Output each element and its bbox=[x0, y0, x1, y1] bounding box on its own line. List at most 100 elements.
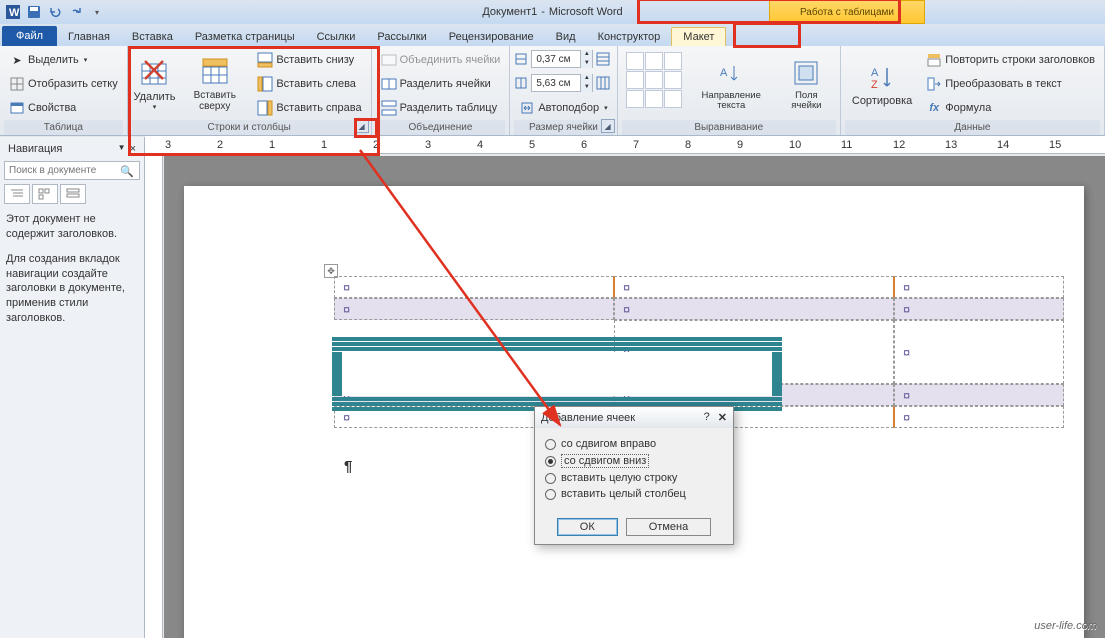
svg-text:W: W bbox=[9, 7, 20, 19]
tab-file[interactable]: Файл bbox=[2, 26, 57, 46]
sort-button[interactable]: AZ Сортировка bbox=[845, 48, 919, 120]
word-icon[interactable]: W bbox=[4, 3, 22, 21]
nav-header: Навигация ▼ × bbox=[4, 141, 140, 157]
split-cells-button[interactable]: Разделить ячейки bbox=[376, 74, 506, 94]
ribbon: ➤Выделить▾ Отобразить сетку Свойства Таб… bbox=[0, 46, 1105, 136]
tab-table-design[interactable]: Конструктор bbox=[587, 28, 672, 46]
split-table-icon bbox=[381, 100, 397, 116]
radio-entire-column[interactable]: вставить целый столбец bbox=[545, 486, 723, 502]
tab-references[interactable]: Ссылки bbox=[306, 28, 367, 46]
autofit-icon bbox=[519, 100, 535, 116]
col-width-input[interactable]: ▲▼ bbox=[531, 74, 593, 92]
view-gridlines-button[interactable]: Отобразить сетку bbox=[4, 74, 123, 94]
tab-home[interactable]: Главная bbox=[57, 28, 121, 46]
align-mr-button[interactable] bbox=[664, 71, 682, 89]
tab-insert[interactable]: Вставка bbox=[121, 28, 184, 46]
autofit-button[interactable]: Автоподбор▾ bbox=[514, 98, 612, 118]
distribute-rows-icon[interactable] bbox=[596, 52, 610, 66]
select-button[interactable]: ➤Выделить▾ bbox=[4, 50, 123, 70]
cell-margins-button[interactable]: Поля ячейки bbox=[777, 48, 836, 120]
cellsize-dialog-launcher[interactable]: ◢ bbox=[601, 119, 615, 133]
delete-table-icon bbox=[138, 57, 170, 89]
cursor-icon: ➤ bbox=[9, 52, 25, 68]
group-label-merge: Объединение bbox=[376, 120, 506, 135]
align-bc-button[interactable] bbox=[645, 90, 663, 108]
cancel-button[interactable]: Отмена bbox=[626, 518, 711, 536]
vertical-ruler[interactable] bbox=[145, 156, 163, 638]
tab-table-layout[interactable]: Макет bbox=[671, 27, 726, 46]
dialog-close-icon[interactable]: ✕ bbox=[718, 411, 727, 424]
search-icon[interactable]: 🔍 bbox=[120, 165, 134, 178]
convert-icon bbox=[926, 76, 942, 92]
insert-left-icon bbox=[257, 76, 273, 92]
group-label-data: Данные bbox=[845, 120, 1100, 135]
document-area: ✥ ¤¤¤ ¤¤¤ ¤¤ ¤¤¤ ¤¤¤ ¶ bbox=[164, 156, 1105, 638]
properties-button[interactable]: Свойства bbox=[4, 98, 123, 118]
radio-entire-row[interactable]: вставить целую строку bbox=[545, 470, 723, 486]
spin-up-icon[interactable]: ▲ bbox=[580, 74, 592, 83]
save-icon[interactable] bbox=[25, 3, 43, 21]
align-ml-button[interactable] bbox=[626, 71, 644, 89]
delete-button[interactable]: Удалить▾ bbox=[132, 48, 177, 120]
insert-right-icon bbox=[257, 100, 273, 116]
svg-text:A: A bbox=[871, 67, 879, 79]
text-direction-icon: A bbox=[715, 57, 747, 89]
formula-icon: fx bbox=[926, 100, 942, 116]
tab-page-layout[interactable]: Разметка страницы bbox=[184, 28, 306, 46]
row-height-icon bbox=[514, 52, 528, 66]
tab-mailings[interactable]: Рассылки bbox=[366, 28, 437, 46]
dialog-titlebar[interactable]: Добавление ячеек ? ✕ bbox=[535, 407, 733, 428]
radio-shift-right[interactable]: со сдвигом вправо bbox=[545, 436, 723, 452]
nav-tab-results[interactable] bbox=[60, 184, 86, 204]
align-tl-button[interactable] bbox=[626, 52, 644, 70]
undo-icon[interactable] bbox=[46, 3, 64, 21]
nav-empty-text: Этот документ не содержит заголовков. Дл… bbox=[4, 210, 140, 328]
ok-button[interactable]: ОК bbox=[557, 518, 618, 536]
nav-dropdown-icon[interactable]: ▼ bbox=[118, 143, 126, 155]
merge-cells-button[interactable]: Объединить ячейки bbox=[376, 50, 506, 70]
document-name: Документ1 bbox=[482, 6, 537, 18]
spin-up-icon[interactable]: ▲ bbox=[580, 50, 592, 59]
align-bl-button[interactable] bbox=[626, 90, 644, 108]
align-mc-button[interactable] bbox=[645, 71, 663, 89]
align-br-button[interactable] bbox=[664, 90, 682, 108]
qat-more-icon[interactable]: ▾ bbox=[88, 3, 106, 21]
row-height-input[interactable]: ▲▼ bbox=[531, 50, 593, 68]
group-label-table: Таблица bbox=[4, 120, 123, 135]
svg-text:Z: Z bbox=[871, 79, 878, 90]
nav-tab-headings[interactable] bbox=[4, 184, 30, 204]
distribute-cols-icon[interactable] bbox=[596, 76, 610, 90]
insert-below-icon bbox=[257, 52, 273, 68]
radio-shift-down[interactable]: со сдвигом вниз bbox=[545, 452, 723, 470]
insert-above-icon bbox=[199, 56, 231, 88]
align-tc-button[interactable] bbox=[645, 52, 663, 70]
pilcrow-mark: ¶ bbox=[344, 458, 352, 475]
navigation-pane: Навигация ▼ × 🔍 Этот документ не содержи… bbox=[0, 137, 145, 638]
alignment-grid bbox=[622, 48, 686, 120]
convert-to-text-button[interactable]: Преобразовать в текст bbox=[921, 74, 1100, 94]
horizontal-ruler[interactable]: 321123456789101112131415 bbox=[145, 136, 1105, 154]
redo-icon[interactable] bbox=[67, 3, 85, 21]
align-tr-button[interactable] bbox=[664, 52, 682, 70]
spin-down-icon[interactable]: ▼ bbox=[580, 59, 592, 68]
group-label-rowscols: Строки и столбцы bbox=[132, 120, 367, 135]
group-rows-columns: Удалить▾ Вставить сверху Вставить снизу … bbox=[128, 46, 372, 135]
spin-down-icon[interactable]: ▼ bbox=[580, 83, 592, 92]
insert-above-button[interactable]: Вставить сверху bbox=[179, 48, 250, 120]
nav-close-icon[interactable]: × bbox=[130, 143, 136, 155]
split-table-button[interactable]: Разделить таблицу bbox=[376, 98, 506, 118]
insert-right-button[interactable]: Вставить справа bbox=[252, 98, 366, 118]
tab-view[interactable]: Вид bbox=[545, 28, 587, 46]
rows-cols-dialog-launcher[interactable]: ◢ bbox=[355, 119, 369, 133]
watermark: user-life.com bbox=[1034, 620, 1097, 632]
nav-tab-pages[interactable] bbox=[32, 184, 58, 204]
cell-margins-icon bbox=[790, 57, 822, 89]
tab-review[interactable]: Рецензирование bbox=[438, 28, 545, 46]
formula-button[interactable]: fxФормула bbox=[921, 98, 1100, 118]
sort-icon: AZ bbox=[866, 61, 898, 93]
insert-below-button[interactable]: Вставить снизу bbox=[252, 50, 366, 70]
dialog-help-icon[interactable]: ? bbox=[704, 411, 710, 424]
insert-left-button[interactable]: Вставить слева bbox=[252, 74, 366, 94]
repeat-header-button[interactable]: Повторить строки заголовков bbox=[921, 50, 1100, 70]
text-direction-button[interactable]: A Направление текста bbox=[688, 48, 775, 120]
